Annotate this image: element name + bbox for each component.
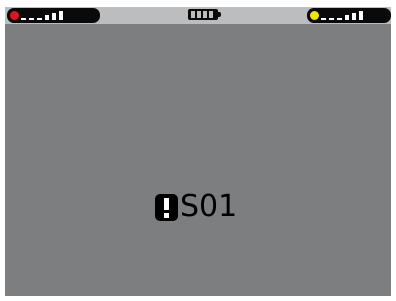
signal-bar: [329, 18, 334, 20]
alert-code: S01: [180, 189, 238, 224]
signal-strength-icon: [21, 11, 81, 20]
signal-bar: [337, 18, 342, 20]
red-status-dot-icon: [10, 11, 19, 20]
exclamation-alert-icon: [155, 193, 178, 221]
device-screen: S01: [5, 7, 391, 296]
battery-cell: [197, 11, 201, 18]
alert-message: S01: [155, 190, 237, 224]
battery-tip: [218, 12, 221, 17]
signal-bar: [359, 11, 363, 20]
signal-bar: [29, 18, 34, 20]
battery-cell: [191, 11, 195, 18]
yellow-status-dot-icon: [310, 11, 319, 20]
exclamation-dot: [164, 212, 169, 218]
left-signal-indicator: [7, 8, 100, 23]
signal-strength-icon: [321, 11, 381, 20]
battery-cell: [203, 11, 207, 18]
exclamation-stroke: [164, 197, 169, 210]
signal-bar: [321, 18, 326, 20]
signal-bar: [59, 11, 63, 20]
battery-icon: [188, 9, 221, 20]
signal-bar: [52, 13, 56, 20]
signal-bar: [345, 15, 349, 20]
battery-cell: [209, 11, 213, 18]
signal-bar: [352, 13, 356, 20]
signal-bar: [21, 18, 26, 20]
status-bar: [5, 7, 391, 24]
right-signal-indicator: [307, 8, 391, 23]
signal-bar: [37, 18, 42, 20]
signal-bar: [45, 15, 49, 20]
